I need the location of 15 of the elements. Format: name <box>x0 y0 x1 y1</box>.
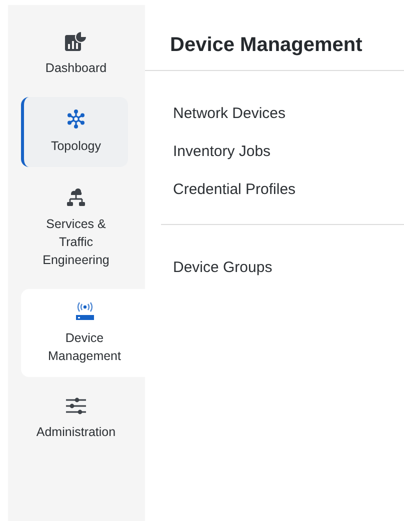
nav-item[interactable]: Dashboard <box>21 19 128 89</box>
panel-title: Device Management <box>170 33 364 57</box>
router-icon <box>74 301 94 321</box>
network-icon <box>66 109 86 129</box>
sliders-icon <box>66 397 86 415</box>
menu-link[interactable]: Device Groups <box>173 258 404 277</box>
nav-item[interactable]: Topology <box>21 97 128 167</box>
menu-link[interactable]: Network Devices <box>173 104 404 123</box>
nav-item[interactable]: Device Management <box>21 289 145 377</box>
menu-link[interactable]: Inventory Jobs <box>173 142 404 161</box>
nav-item[interactable]: Services & Traffic Engineering <box>21 175 128 281</box>
nav-item[interactable]: Administration <box>21 385 128 453</box>
hierarchy-icon <box>66 187 86 207</box>
menu-link[interactable]: Credential Profiles <box>173 180 404 199</box>
chart-icon <box>65 31 87 51</box>
